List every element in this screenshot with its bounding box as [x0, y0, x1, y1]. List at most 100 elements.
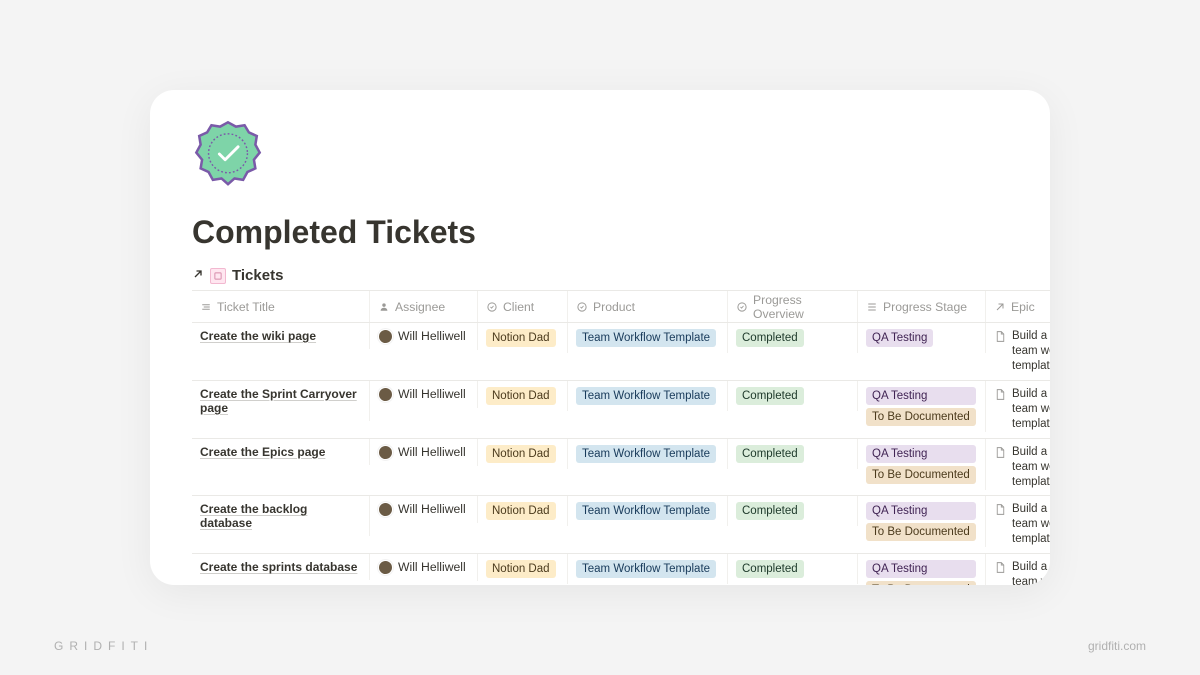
epic-cell[interactable]: Build a new team workflow template: [986, 496, 1050, 553]
assignee-cell[interactable]: Will Helliwell: [370, 439, 478, 466]
page-icon: [994, 560, 1007, 577]
assignee-name: Will Helliwell: [398, 387, 466, 401]
epic-link-text: Build a new team workflow template: [1012, 560, 1050, 585]
stage-cell[interactable]: QA TestingTo Be Documented: [858, 554, 986, 585]
product-cell[interactable]: Team Workflow Template: [568, 323, 728, 353]
product-cell[interactable]: Team Workflow Template: [568, 439, 728, 469]
epic-cell[interactable]: Build a new team workflow template: [986, 439, 1050, 496]
epic-link-text: Build a new team workflow template: [1012, 445, 1050, 490]
assignee-name: Will Helliwell: [398, 560, 466, 574]
stage-tag: QA Testing: [866, 387, 976, 405]
ticket-title-cell[interactable]: Create the backlog database: [192, 496, 370, 536]
client-cell[interactable]: Notion Dad: [478, 323, 568, 353]
column-header-assignee[interactable]: Assignee: [370, 291, 478, 322]
table-row: Create the wiki page Will Helliwell Notion…: [192, 323, 1050, 381]
stage-tag: QA Testing: [866, 502, 976, 520]
ticket-title-cell[interactable]: Create the sprints database: [192, 554, 370, 580]
avatar: [378, 387, 393, 402]
progress-tag: Completed: [736, 445, 804, 463]
arrow-upright-icon: [192, 267, 204, 284]
product-tag: Team Workflow Template: [576, 387, 716, 405]
epic-link-text: Build a new team workflow template: [1012, 329, 1050, 374]
ticket-title-cell[interactable]: Create the Sprint Carryover page: [192, 381, 370, 421]
stage-cell[interactable]: QA Testing To Be Documented: [858, 496, 986, 547]
progress-cell[interactable]: Completed: [728, 554, 858, 584]
page-icon: [994, 329, 1007, 346]
client-tag: Notion Dad: [486, 560, 556, 578]
progress-cell[interactable]: Completed: [728, 496, 858, 526]
column-header-label: Epic: [1011, 300, 1035, 314]
select-column-icon: [736, 301, 748, 313]
stage-cell[interactable]: QA Testing To Be Documented: [858, 439, 986, 490]
multi-column-icon: [866, 301, 878, 313]
table-row: Create the Epics pageWill HelliwellNotio…: [192, 439, 1050, 497]
assignee-cell[interactable]: Will Helliwell: [370, 496, 478, 523]
progress-cell[interactable]: Completed: [728, 381, 858, 411]
column-header-label: Client: [503, 300, 534, 314]
product-cell[interactable]: Team Workflow Template: [568, 496, 728, 526]
app-window: Completed Tickets Tickets Ticket Title As…: [150, 90, 1050, 585]
progress-tag: Completed: [736, 387, 804, 405]
epic-cell[interactable]: Build a new team workflow template: [986, 554, 1050, 585]
progress-tag: Completed: [736, 560, 804, 578]
column-header-label: Ticket Title: [217, 300, 275, 314]
assignee-cell[interactable]: Will Helliwell: [370, 554, 478, 581]
progress-cell[interactable]: Completed: [728, 439, 858, 469]
stage-tag: To Be Documented: [866, 581, 976, 585]
column-header-label: Progress Stage: [883, 300, 967, 314]
avatar: [378, 502, 393, 517]
product-tag: Team Workflow Template: [576, 560, 716, 578]
progress-cell[interactable]: Completed: [728, 323, 858, 353]
ticket-title-cell[interactable]: Create the Epics page: [192, 439, 370, 465]
progress-tag: Completed: [736, 502, 804, 520]
client-cell[interactable]: Notion Dad: [478, 439, 568, 469]
stage-tag: To Be Documented: [866, 466, 976, 484]
stage-tag: QA Testing: [866, 329, 933, 347]
assignee-cell[interactable]: Will Helliwell: [370, 381, 478, 408]
assignee-name: Will Helliwell: [398, 329, 466, 343]
product-tag: Team Workflow Template: [576, 329, 716, 347]
page-title: Completed Tickets: [192, 214, 1008, 251]
tickets-table: Ticket Title Assignee Client Product Progres…: [192, 290, 1050, 585]
page-icon-badge: [192, 118, 264, 190]
client-cell[interactable]: Notion Dad: [478, 554, 568, 584]
linked-database-label: Tickets: [232, 267, 283, 284]
epic-cell[interactable]: Build a new team workflow template: [986, 381, 1050, 438]
stage-tag: To Be Documented: [866, 523, 976, 541]
page-icon: [994, 387, 1007, 404]
assignee-cell[interactable]: Will Helliwell: [370, 323, 478, 350]
column-header-product[interactable]: Product: [568, 291, 728, 322]
client-cell[interactable]: Notion Dad: [478, 496, 568, 526]
product-tag: Team Workflow Template: [576, 445, 716, 463]
column-header-stage[interactable]: Progress Stage: [858, 291, 986, 322]
page-icon: [994, 445, 1007, 462]
avatar: [378, 560, 393, 575]
table-row: Create the Sprint Carryover page Will Hel…: [192, 381, 1050, 439]
product-cell[interactable]: Team Workflow Template: [568, 554, 728, 584]
stage-cell[interactable]: QA Testing To Be Documented: [858, 381, 986, 432]
column-header-client[interactable]: Client: [478, 291, 568, 322]
client-cell[interactable]: Notion Dad: [478, 381, 568, 411]
epic-cell[interactable]: Build a new team workflow template: [986, 323, 1050, 380]
linked-database-header[interactable]: Tickets: [192, 267, 1008, 284]
relation-column-icon: [994, 301, 1006, 313]
column-header-progress[interactable]: Progress Overview: [728, 291, 858, 322]
watermark-right: gridfiti.com: [1088, 639, 1146, 653]
column-header-label: Progress Overview: [753, 293, 849, 321]
client-tag: Notion Dad: [486, 502, 556, 520]
stage-tag: To Be Documented: [866, 408, 976, 426]
text-column-icon: [200, 301, 212, 313]
table-row: Create the sprints database Will Helliwel…: [192, 554, 1050, 585]
column-header-epic[interactable]: Epic: [986, 291, 1050, 322]
column-header-title[interactable]: Ticket Title: [192, 291, 370, 322]
epic-link-text: Build a new team workflow template: [1012, 387, 1050, 432]
page-icon: [994, 502, 1007, 519]
avatar: [378, 329, 393, 344]
stage-tag: QA Testing: [866, 445, 976, 463]
client-tag: Notion Dad: [486, 387, 556, 405]
product-cell[interactable]: Team Workflow Template: [568, 381, 728, 411]
select-column-icon: [576, 301, 588, 313]
person-column-icon: [378, 301, 390, 313]
stage-cell[interactable]: QA Testing: [858, 323, 986, 353]
ticket-title-cell[interactable]: Create the wiki page: [192, 323, 370, 349]
